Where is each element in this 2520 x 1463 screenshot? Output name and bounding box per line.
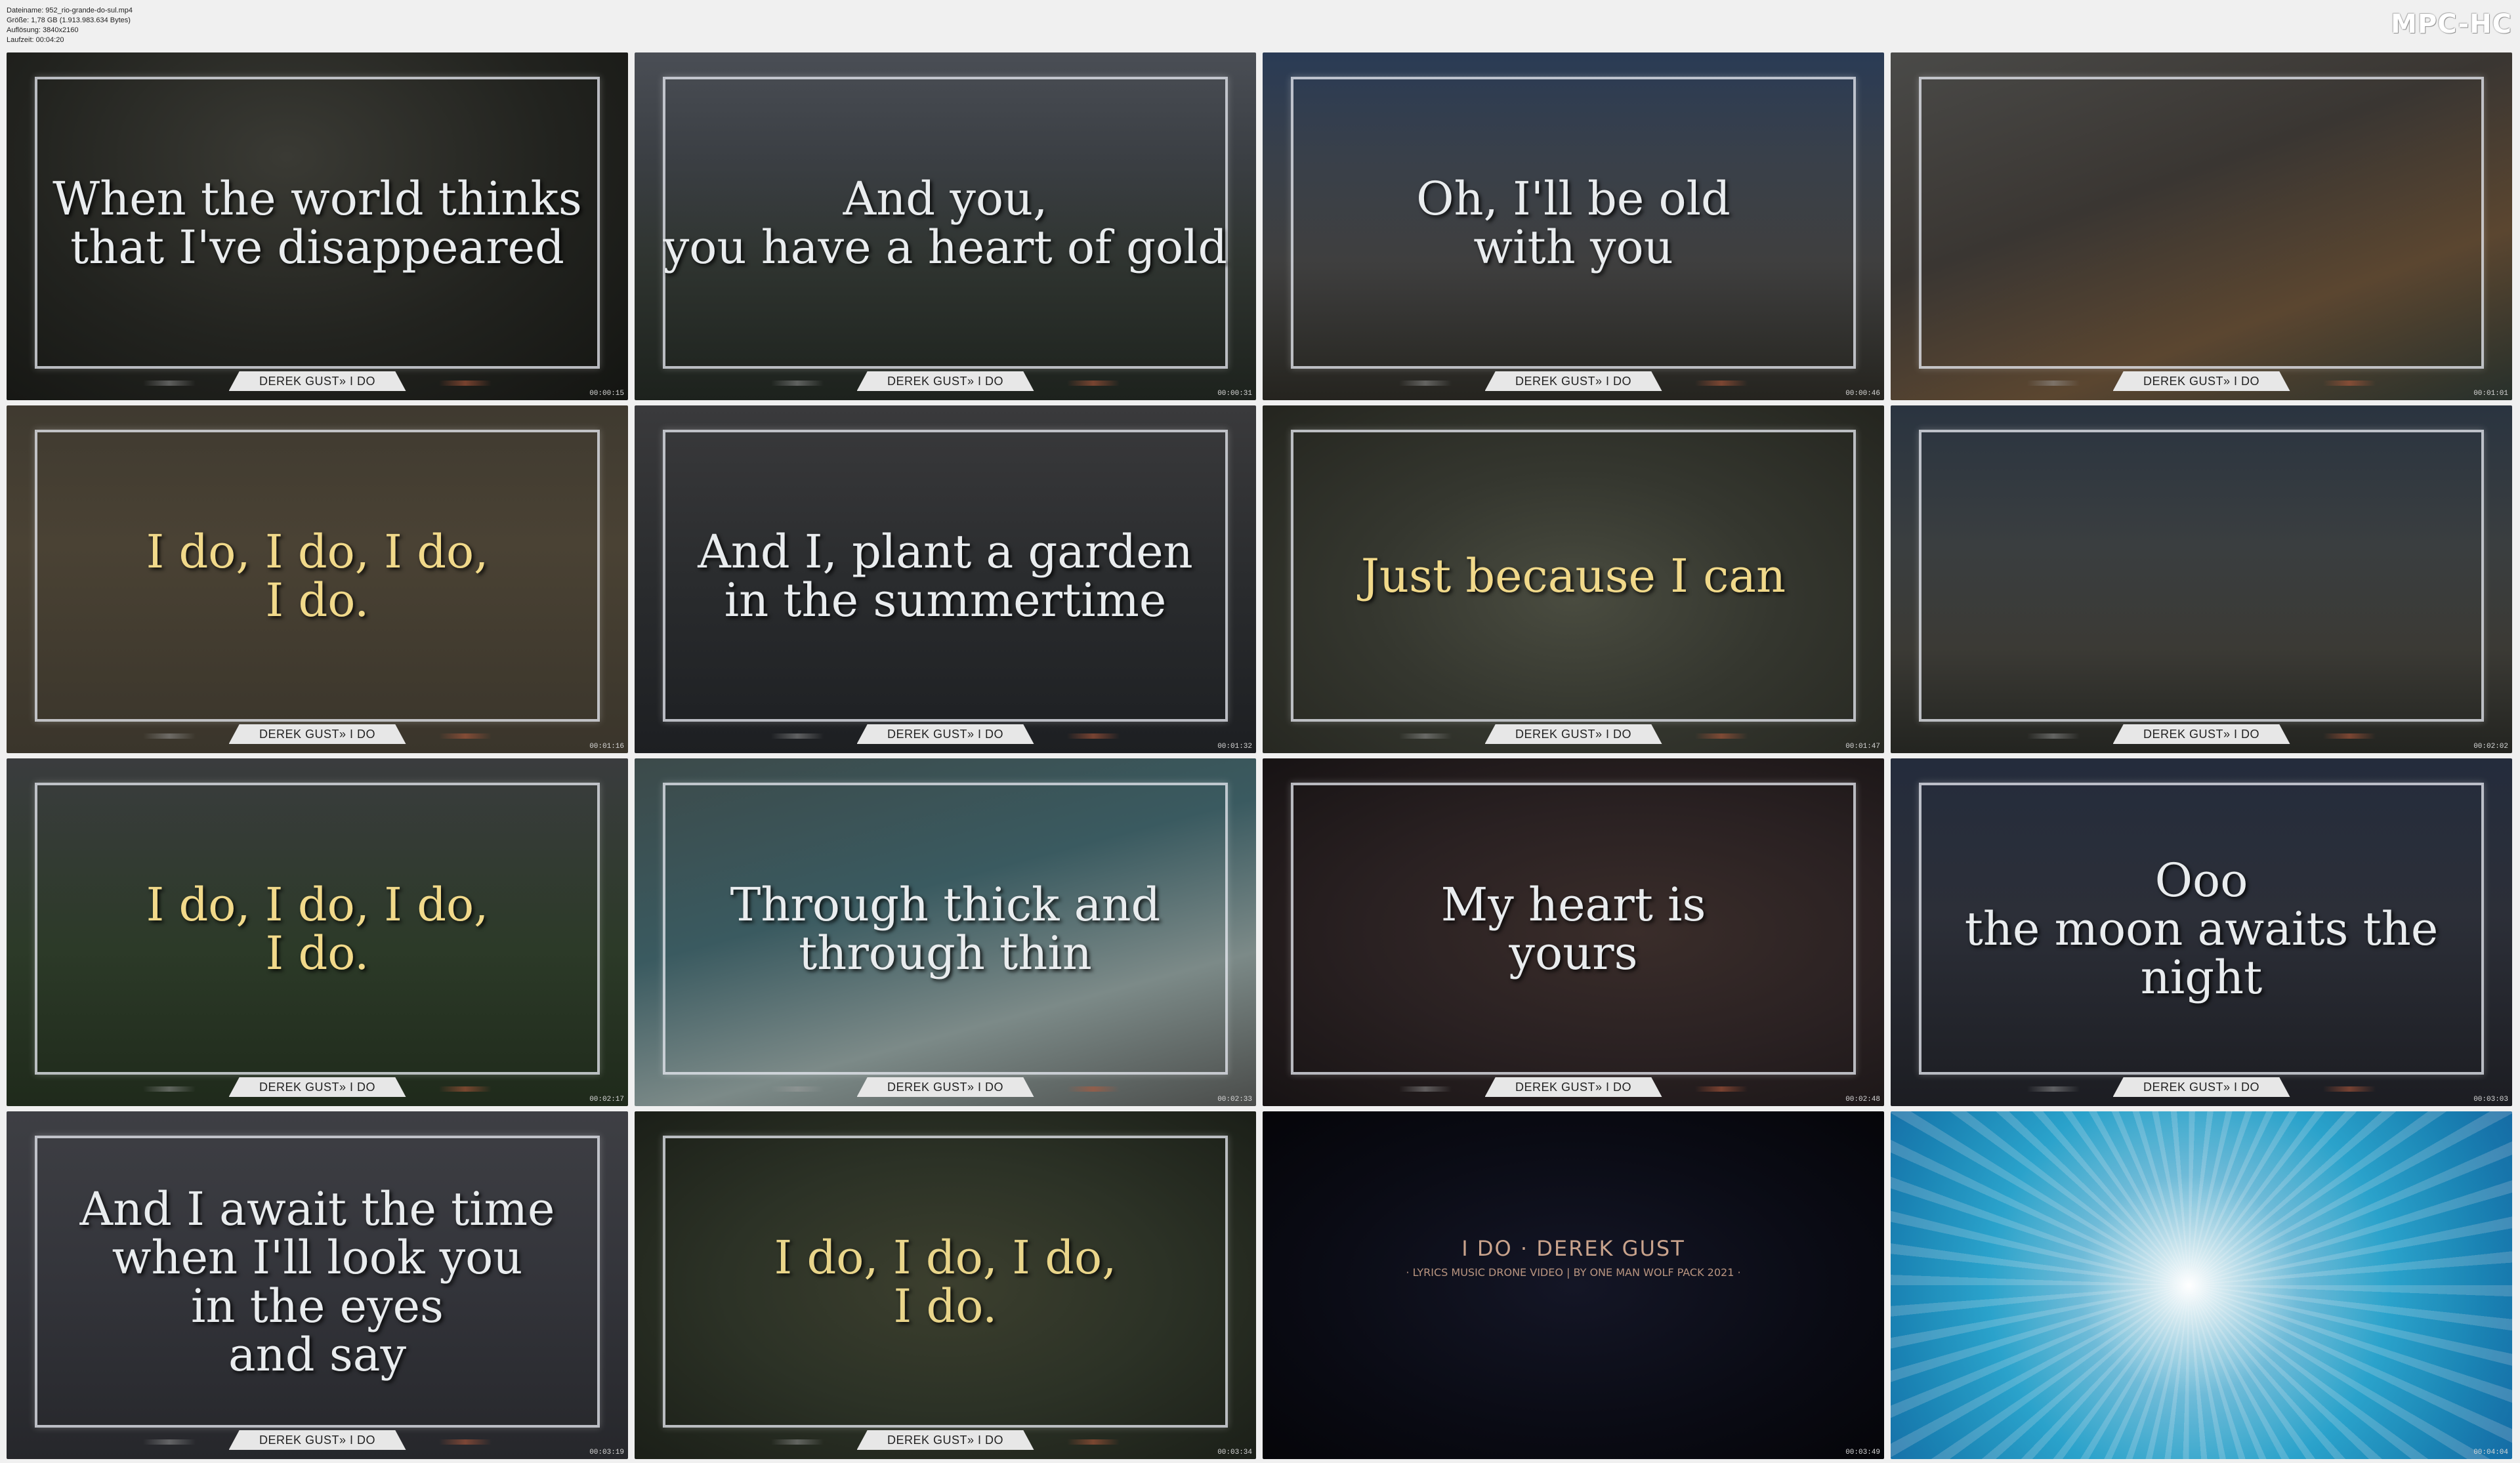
logo-mark <box>1066 381 1120 386</box>
credit-banner: DEREK GUST» I DO <box>228 724 406 744</box>
logo-mark <box>1399 1086 1452 1092</box>
thumbnail-tile[interactable]: And I, plant a garden in the summertime … <box>635 405 1256 753</box>
thumbnail-tile[interactable]: And you, you have a heart of gold DEREK … <box>635 52 1256 400</box>
timestamp: 00:03:19 <box>589 1449 624 1456</box>
thumbnail-tile[interactable]: My heart is yours DEREK GUST» I DO 00:02… <box>1263 758 1884 1106</box>
thumbnail-tile[interactable]: DEREK GUST» I DO 00:02:02 <box>1891 405 2512 753</box>
mpc-hc-logo: MPC-HC <box>2391 9 2512 39</box>
lyric-text <box>1916 87 2487 358</box>
lyric-text <box>1916 440 2487 711</box>
timestamp: 00:02:48 <box>1845 1096 1880 1103</box>
lyric-text: I do, I do, I do, I do. <box>146 877 489 980</box>
lyric-text: And I await the time when I'll look you … <box>79 1182 555 1382</box>
thumbnail-tile[interactable]: 00:04:04 <box>1891 1111 2512 1459</box>
thumbnail-grid: When the world thinks that I've disappea… <box>7 52 2513 1460</box>
lyric-text: Just because I can <box>1360 548 1786 603</box>
timestamp: 00:00:46 <box>1845 390 1880 398</box>
logo-mark <box>143 1086 196 1092</box>
timestamp: 00:01:01 <box>2473 390 2508 398</box>
lyric-text: Through thick and through thin <box>730 877 1161 980</box>
credit-banner: DEREK GUST» I DO <box>1484 724 1662 744</box>
thumbnail-tile[interactable]: I do, I do, I do, I do. DEREK GUST» I DO… <box>7 758 628 1106</box>
timestamp: 00:02:33 <box>1217 1096 1252 1103</box>
timestamp: 00:01:16 <box>589 743 624 751</box>
thumbnail-tile[interactable]: When the world thinks that I've disappea… <box>7 52 628 400</box>
lyric-text: And you, you have a heart of gold <box>663 171 1228 274</box>
thumbnail-tile[interactable]: I do, I do, I do, I do. DEREK GUST» I DO… <box>7 405 628 753</box>
timestamp: 00:04:04 <box>2473 1449 2508 1456</box>
credit-banner: DEREK GUST» I DO <box>1484 371 1662 391</box>
logo-mark <box>143 1439 196 1445</box>
thumbnail-tile[interactable]: Oh, I'll be old with you DEREK GUST» I D… <box>1263 52 1884 400</box>
logo-mark <box>771 733 824 739</box>
logo-mark <box>143 733 196 739</box>
credit-banner: DEREK GUST» I DO <box>856 1430 1034 1450</box>
lyric-text: Ooo the moon awaits the night <box>1964 853 2439 1004</box>
lyric-text: I do, I do, I do, I do. <box>774 1230 1117 1333</box>
file-name: Dateiname: 952_rio-grande-do-sul.mp4 <box>7 7 133 14</box>
logo-mark <box>1066 733 1120 739</box>
thumbnail-tile[interactable]: I DO · DEREK GUST · LYRICS MUSIC DRONE V… <box>1263 1111 1884 1459</box>
logo-mark <box>438 1439 492 1445</box>
lyric-text: And I, plant a garden in the summertime <box>698 524 1193 627</box>
lyric-text: I do, I do, I do, I do. <box>146 524 489 627</box>
logo-mark <box>1066 1086 1120 1092</box>
logo-mark <box>2322 733 2376 739</box>
credit-banner: DEREK GUST» I DO <box>1484 1077 1662 1097</box>
logo-mark <box>1694 733 1748 739</box>
credit-banner: DEREK GUST» I DO <box>2112 1077 2290 1097</box>
motion-blur-image <box>1891 1111 2512 1459</box>
title-card-subtitle: · LYRICS MUSIC DRONE VIDEO | BY ONE MAN … <box>1406 1266 1741 1279</box>
logo-mark <box>1694 1086 1748 1092</box>
logo-mark <box>1399 733 1452 739</box>
logo-mark <box>2322 381 2376 386</box>
timestamp: 00:00:31 <box>1217 390 1252 398</box>
credit-banner: DEREK GUST» I DO <box>2112 724 2290 744</box>
credit-banner: DEREK GUST» I DO <box>856 371 1034 391</box>
timestamp: 00:01:32 <box>1217 743 1252 751</box>
logo-mark <box>2027 1086 2080 1092</box>
file-size: Größe: 1,78 GB (1.913.983.634 Bytes) <box>7 16 131 24</box>
credit-banner: DEREK GUST» I DO <box>228 371 406 391</box>
timestamp: 00:02:17 <box>589 1096 624 1103</box>
timestamp: 00:01:47 <box>1845 743 1880 751</box>
lyric-text: Oh, I'll be old with you <box>1416 171 1731 274</box>
file-duration: Laufzeit: 00:04:20 <box>7 36 64 44</box>
credit-banner: DEREK GUST» I DO <box>2112 371 2290 391</box>
logo-mark <box>771 381 824 386</box>
timestamp: 00:02:02 <box>2473 743 2508 751</box>
thumbnail-tile[interactable]: Just because I can DEREK GUST» I DO 00:0… <box>1263 405 1884 753</box>
logo-mark <box>2322 1086 2376 1092</box>
timestamp: 00:03:34 <box>1217 1449 1252 1456</box>
logo-mark <box>2027 381 2080 386</box>
logo-mark <box>771 1086 824 1092</box>
thumbnail-tile[interactable]: I do, I do, I do, I do. DEREK GUST» I DO… <box>635 1111 1256 1459</box>
lyric-text: When the world thinks that I've disappea… <box>52 171 582 274</box>
credit-banner: DEREK GUST» I DO <box>856 1077 1034 1097</box>
thumbnail-tile[interactable]: Ooo the moon awaits the night DEREK GUST… <box>1891 758 2512 1106</box>
file-resolution: Auflösung: 3840x2160 <box>7 26 79 34</box>
timestamp: 00:00:15 <box>589 390 624 398</box>
logo-mark <box>143 381 196 386</box>
logo-mark <box>1694 381 1748 386</box>
logo-mark <box>771 1439 824 1445</box>
title-card: I DO · DEREK GUST · LYRICS MUSIC DRONE V… <box>1263 1236 1884 1279</box>
logo-mark <box>438 733 492 739</box>
logo-mark <box>1066 1439 1120 1445</box>
title-card-title: I DO · DEREK GUST <box>1461 1236 1685 1261</box>
lyric-text: My heart is yours <box>1440 877 1706 980</box>
file-info-header: Dateiname: 952_rio-grande-do-sul.mp4 Grö… <box>7 6 133 45</box>
logo-mark <box>438 1086 492 1092</box>
timestamp: 00:03:49 <box>1845 1449 1880 1456</box>
credit-banner: DEREK GUST» I DO <box>228 1430 406 1450</box>
logo-mark <box>438 381 492 386</box>
credit-banner: DEREK GUST» I DO <box>228 1077 406 1097</box>
logo-mark <box>2027 733 2080 739</box>
credit-banner: DEREK GUST» I DO <box>856 724 1034 744</box>
thumbnail-tile[interactable]: Through thick and through thin DEREK GUS… <box>635 758 1256 1106</box>
logo-mark <box>1399 381 1452 386</box>
thumbnail-tile[interactable]: DEREK GUST» I DO 00:01:01 <box>1891 52 2512 400</box>
thumbnail-tile[interactable]: And I await the time when I'll look you … <box>7 1111 628 1459</box>
timestamp: 00:03:03 <box>2473 1096 2508 1103</box>
